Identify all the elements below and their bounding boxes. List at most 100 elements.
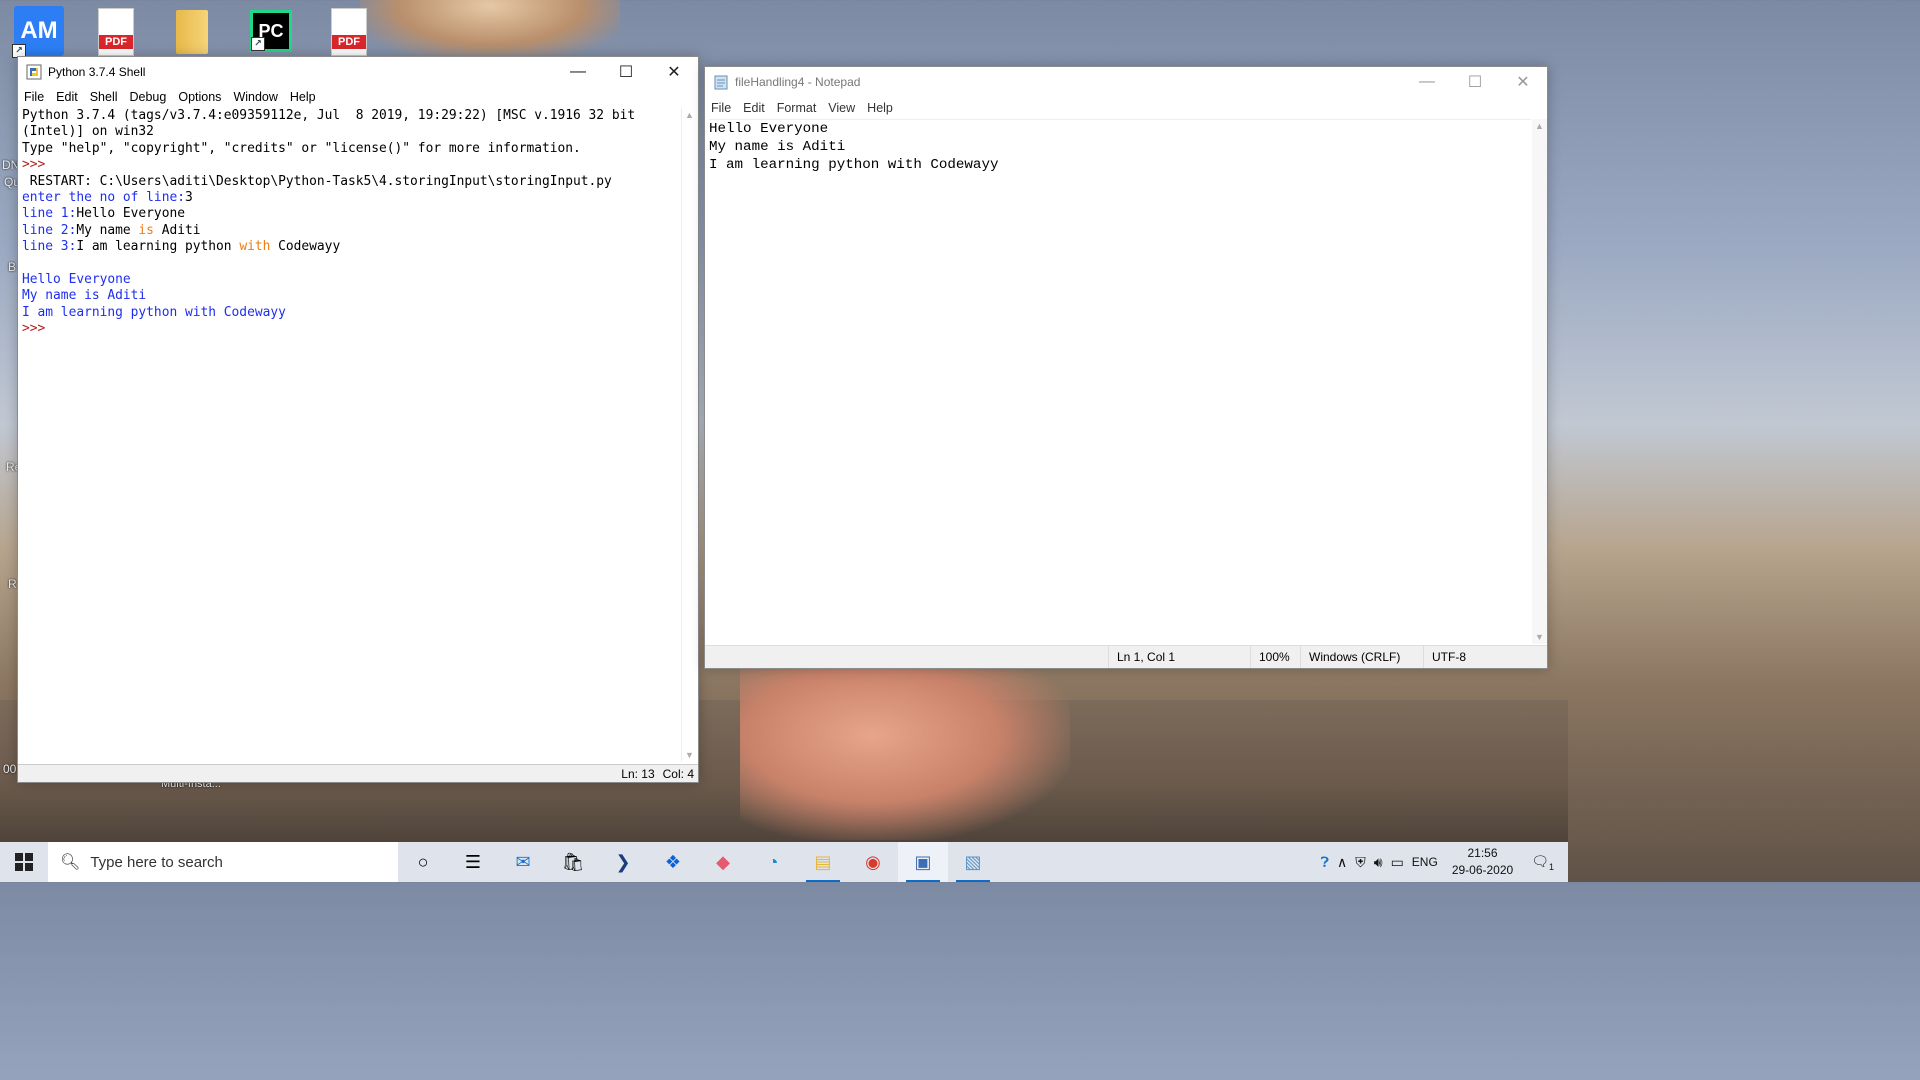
banner-line: Python 3.7.4 (tags/v3.7.4:e09359112e, Ju… [22, 108, 636, 123]
python-shell-titlebar[interactable]: Python 3.7.4 Shell — ☐ ✕ [18, 57, 698, 87]
maximize-button[interactable]: ☐ [1451, 67, 1499, 97]
menu-help[interactable]: Help [861, 101, 899, 115]
keyword: is [138, 222, 154, 238]
notepad-text-area[interactable]: Hello Everyone My name is Aditi I am lea… [709, 119, 1531, 644]
window-title: fileHandling4 - Notepad [735, 75, 861, 89]
column-number: Col: 4 [662, 766, 694, 781]
search-icon: 🔍︎ [60, 854, 81, 871]
encoding: UTF-8 [1423, 646, 1532, 668]
python-idle-icon [26, 64, 42, 80]
cortana-icon[interactable]: ○ [398, 842, 448, 882]
menu-help[interactable]: Help [284, 90, 322, 104]
output-line: My name is Aditi [22, 288, 147, 304]
text-line: Hello Everyone [709, 121, 829, 137]
scroll-up-icon[interactable]: ▲ [1535, 121, 1544, 131]
clock[interactable]: 21:56 29-06-2020 [1452, 845, 1513, 879]
keyword: with [239, 239, 271, 255]
start-button[interactable] [0, 842, 48, 882]
line-value: Codewayy [270, 239, 341, 255]
menu-debug[interactable]: Debug [124, 90, 173, 104]
vertical-scrollbar[interactable]: ▲ ▼ [1532, 119, 1547, 644]
folder-icon[interactable] [176, 10, 208, 54]
line-label: line 2: [22, 222, 77, 238]
shell-text-area[interactable]: Python 3.7.4 (tags/v3.7.4:e09359112e, Ju… [22, 108, 680, 762]
pycharm-icon[interactable]: PC ↗ [250, 10, 292, 52]
am-shortcut-icon[interactable]: AM ↗ [12, 6, 64, 58]
task-view-icon[interactable]: ☰ [448, 842, 498, 882]
scroll-down-icon[interactable]: ▼ [1535, 632, 1544, 642]
menu-view[interactable]: View [822, 101, 861, 115]
search-placeholder: Type here to search [90, 853, 223, 871]
file-explorer-icon[interactable]: ▤ [798, 842, 848, 882]
python-shell-menubar: File Edit Shell Debug Options Window Hel… [18, 87, 698, 107]
store-icon[interactable]: 🛍︎ [548, 842, 598, 882]
python-shell-window[interactable]: Python 3.7.4 Shell — ☐ ✕ File Edit Shell… [17, 56, 699, 783]
output-line: I am learning python with Codewayy [22, 304, 286, 320]
menu-file[interactable]: File [705, 101, 737, 115]
minimize-button[interactable]: — [554, 57, 602, 87]
dropbox-icon[interactable]: ❖ [648, 842, 698, 882]
menu-options[interactable]: Options [172, 90, 227, 104]
notepad-icon [714, 75, 728, 90]
line-value: Aditi [153, 222, 201, 238]
help-icon[interactable]: ❓︎ [1321, 854, 1329, 871]
notepad-window[interactable]: fileHandling4 - Notepad — ☐ ✕ File Edit … [704, 66, 1548, 669]
text-line: I am learning python with Codewayy [709, 157, 999, 173]
maximize-button[interactable]: ☐ [602, 57, 650, 87]
volume-icon[interactable]: 🔊︎ [1374, 854, 1383, 871]
battery-icon[interactable]: ▭ [1391, 854, 1404, 871]
powershell-icon[interactable]: ❯ [598, 842, 648, 882]
taskbar: 🔍︎ Type here to search ○ ☰ ✉ 🛍︎ ❯ ❖ ◆ ◔ … [0, 842, 1568, 882]
menu-edit[interactable]: Edit [737, 101, 771, 115]
cursor-position: Ln 1, Col 1 [1108, 646, 1251, 668]
notepad-taskbar-icon[interactable]: ▧ [948, 842, 998, 882]
banner-line: Type "help", "copyright", "credits" or "… [22, 140, 581, 156]
close-button[interactable]: ✕ [1499, 67, 1547, 97]
python-idle-taskbar-icon[interactable]: ▣ [898, 842, 948, 882]
line-value: My name [76, 222, 139, 238]
line-endings: Windows (CRLF) [1300, 646, 1419, 668]
pdf-file-icon[interactable]: PDF [98, 8, 134, 56]
restart-line: RESTART: C:\Users\aditi\Desktop\Python-T… [22, 173, 612, 189]
network-icon[interactable]: ⛨ [1355, 854, 1366, 871]
close-button[interactable]: ✕ [650, 57, 698, 87]
minimize-button[interactable]: — [1403, 67, 1451, 97]
menu-file[interactable]: File [18, 90, 50, 104]
scroll-down-icon[interactable]: ▼ [685, 750, 694, 760]
menu-shell[interactable]: Shell [84, 90, 124, 104]
edge-browser-icon[interactable]: ◔ [748, 842, 798, 882]
line-value: I am learning python [76, 239, 240, 255]
notepad-titlebar[interactable]: fileHandling4 - Notepad — ☐ ✕ [705, 67, 1547, 97]
notification-count: 1 [1548, 861, 1554, 872]
system-tray: ❓︎ ∧ ⛨ 🔊︎ ▭ ENG 21:56 29-06-2020 🗨︎1 [1317, 842, 1568, 882]
output-line: Hello Everyone [22, 272, 131, 288]
zoom-level: 100% [1250, 646, 1303, 668]
chevron-up-icon[interactable]: ∧ [1337, 854, 1347, 871]
menu-edit[interactable]: Edit [50, 90, 84, 104]
desktop-edge-label: B [8, 260, 17, 274]
colorful-app-icon[interactable]: ◆ [698, 842, 748, 882]
python-shell-statusbar: Ln: 13 Col: 4 [18, 764, 698, 782]
clock-time: 21:56 [1467, 846, 1498, 860]
notepad-statusbar: Ln 1, Col 1 100% Windows (CRLF) UTF-8 [705, 645, 1547, 668]
mail-icon[interactable]: ✉ [498, 842, 548, 882]
notification-center-icon[interactable]: 🗨︎1 [1531, 853, 1554, 872]
line-value: Hello Everyone [76, 206, 185, 222]
language-indicator[interactable]: ENG [1412, 855, 1438, 869]
desktop-edge-label: 00 [3, 762, 17, 776]
chrome-icon[interactable]: ◉ [848, 842, 898, 882]
shell-prompt: >>> [22, 157, 54, 173]
windows-logo-icon [15, 853, 33, 871]
notepad-menubar: File Edit Format View Help [705, 97, 1547, 119]
shell-prompt: >>> [22, 321, 54, 337]
scroll-up-icon[interactable]: ▲ [685, 110, 694, 120]
menu-window[interactable]: Window [227, 90, 283, 104]
clock-date: 29-06-2020 [1451, 863, 1514, 877]
text-line: My name is Aditi [709, 139, 846, 155]
pdf-file-icon[interactable]: PDF [331, 8, 367, 56]
banner-line: (Intel)] on win32 [22, 124, 154, 140]
menu-format[interactable]: Format [771, 101, 823, 115]
taskbar-search-box[interactable]: 🔍︎ Type here to search [48, 842, 398, 882]
input-value: 3 [184, 190, 193, 206]
vertical-scrollbar[interactable]: ▲ ▼ [681, 108, 698, 762]
